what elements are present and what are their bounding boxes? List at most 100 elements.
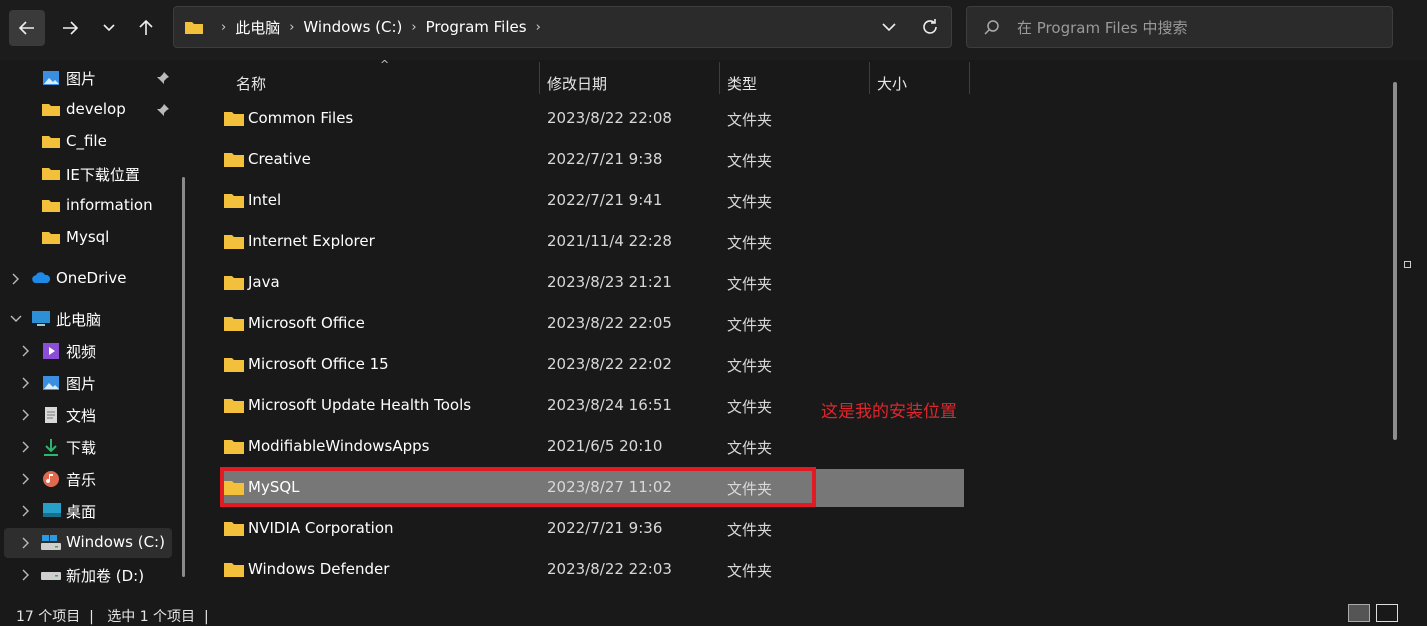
folder-icon (224, 522, 244, 536)
up-button[interactable] (128, 10, 164, 46)
address-dropdown-icon[interactable] (881, 16, 897, 38)
sidebar-item-windows-c[interactable]: Windows (C:) (0, 528, 175, 558)
file-row[interactable]: Intel 2022/7/21 9:41 文件夹 (220, 182, 964, 220)
sidebar-item-label: 下载 (66, 439, 97, 457)
forward-button[interactable] (52, 10, 88, 46)
breadcrumb-this-pc[interactable]: 此电脑 (235, 17, 280, 38)
column-size-label: 大小 (877, 74, 908, 93)
sidebar-item-label: 桌面 (66, 503, 97, 521)
folder-icon (224, 112, 244, 126)
file-row[interactable]: ModifiableWindowsApps 2021/6/5 20:10 文件夹 (220, 428, 964, 466)
selected-count: 选中 1 个项目 (107, 609, 196, 625)
column-divider[interactable] (969, 62, 970, 94)
chevron-right-icon[interactable] (20, 344, 32, 358)
file-type: 文件夹 (727, 316, 773, 334)
file-name: Microsoft Office (248, 314, 365, 332)
chevron-right-icon[interactable] (20, 536, 32, 550)
folder-icon (42, 229, 60, 247)
chevron-right-icon[interactable] (20, 376, 32, 390)
sidebar-scrollbar-thumb[interactable] (182, 177, 185, 577)
tiles-view-button[interactable] (1376, 604, 1398, 622)
file-type: 文件夹 (727, 521, 773, 539)
folder-icon (224, 235, 244, 249)
up-arrow-icon (139, 19, 153, 35)
details-view-button[interactable] (1348, 604, 1370, 622)
file-row[interactable]: Microsoft Office 15 2023/8/22 22:02 文件夹 (220, 346, 964, 384)
file-date: 2021/11/4 22:28 (547, 232, 672, 250)
folder-icon (185, 22, 203, 34)
file-name: ModifiableWindowsApps (248, 437, 430, 455)
file-type: 文件夹 (727, 398, 773, 416)
computer-icon (31, 310, 50, 328)
file-date: 2021/6/5 20:10 (547, 437, 663, 455)
file-type: 文件夹 (727, 111, 773, 129)
pictures-icon (42, 374, 60, 392)
breadcrumb-separator-icon: › (289, 19, 295, 35)
file-row[interactable]: Creative 2022/7/21 9:38 文件夹 (220, 141, 964, 179)
file-name: Intel (248, 191, 282, 209)
chevron-right-icon[interactable] (20, 408, 32, 422)
column-divider[interactable] (719, 62, 720, 94)
chevron-right-icon[interactable] (20, 440, 32, 454)
file-row[interactable]: Microsoft Office 2023/8/22 22:05 文件夹 (220, 305, 964, 343)
file-name: Creative (248, 150, 311, 168)
breadcrumb-separator-icon[interactable]: › (536, 20, 541, 35)
file-date: 2023/8/22 22:03 (547, 560, 672, 578)
breadcrumb-drive-c[interactable]: Windows (C:) (303, 18, 402, 36)
back-arrow-icon (18, 21, 34, 35)
recent-locations-button[interactable] (92, 10, 126, 46)
breadcrumb-separator-icon: › (221, 19, 227, 35)
file-name: Common Files (248, 109, 354, 127)
file-row[interactable]: Common Files 2023/8/22 22:08 文件夹 (220, 100, 964, 138)
drive-c-icon (40, 534, 61, 552)
forward-arrow-icon (63, 21, 79, 35)
pictures-icon (42, 69, 60, 87)
file-row[interactable]: Java 2023/8/23 21:21 文件夹 (220, 264, 964, 302)
back-button[interactable] (9, 10, 45, 46)
sidebar-item-label: 视频 (66, 343, 97, 361)
file-date: 2022/7/21 9:36 (547, 519, 663, 537)
sidebar-item-label: C_file (66, 132, 107, 150)
column-header-date[interactable]: 修改日期 (547, 68, 607, 98)
file-name: Internet Explorer (248, 232, 375, 250)
file-list-scrollbar-thumb[interactable] (1393, 82, 1397, 440)
file-row[interactable]: Windows Defender 2023/8/22 22:03 文件夹 (220, 551, 964, 589)
folder-icon (224, 276, 244, 290)
item-count: 17 个项目 (16, 609, 81, 625)
chevron-right-icon[interactable] (10, 272, 22, 286)
resize-handle[interactable] (1404, 261, 1411, 268)
search-icon (984, 20, 999, 35)
search-box[interactable]: 在 Program Files 中搜索 (966, 6, 1393, 48)
refresh-icon[interactable] (919, 16, 941, 38)
folder-icon (42, 101, 60, 119)
column-divider[interactable] (539, 62, 540, 94)
column-divider[interactable] (869, 62, 870, 94)
sidebar-item-label: 文档 (66, 407, 97, 425)
breadcrumb-program-files[interactable]: Program Files (426, 18, 527, 36)
file-name: Microsoft Office 15 (248, 355, 389, 373)
column-header-size[interactable]: 大小 (877, 68, 907, 98)
toolbar: › 此电脑 › Windows (C:) › Program Files › 在… (0, 0, 1427, 60)
file-row[interactable]: NVIDIA Corporation 2022/7/21 9:36 文件夹 (220, 510, 964, 548)
folder-icon (224, 440, 244, 454)
chevron-right-icon[interactable] (20, 568, 32, 582)
chevron-down-icon (103, 24, 115, 32)
file-name: Microsoft Update Health Tools (248, 396, 472, 414)
folder-icon (42, 197, 60, 215)
pin-icon[interactable] (156, 103, 170, 117)
chevron-down-icon[interactable] (10, 312, 22, 326)
pin-icon[interactable] (156, 71, 170, 85)
onedrive-icon (31, 270, 51, 288)
file-date: 2023/8/22 22:08 (547, 109, 672, 127)
chevron-right-icon[interactable] (20, 472, 32, 486)
folder-icon (42, 133, 60, 151)
file-type: 文件夹 (727, 357, 773, 375)
sort-ascending-icon: ^ (380, 58, 390, 71)
column-header-name[interactable]: 名称 (236, 68, 266, 98)
column-header-type[interactable]: 类型 (727, 68, 757, 98)
chevron-right-icon[interactable] (20, 504, 32, 518)
file-row[interactable]: Internet Explorer 2021/11/4 22:28 文件夹 (220, 223, 964, 261)
column-date-label: 修改日期 (547, 74, 608, 93)
status-bar: 17 个项目 | 选中 1 个项目 | (0, 600, 1427, 625)
address-bar[interactable]: › 此电脑 › Windows (C:) › Program Files › (173, 6, 952, 48)
